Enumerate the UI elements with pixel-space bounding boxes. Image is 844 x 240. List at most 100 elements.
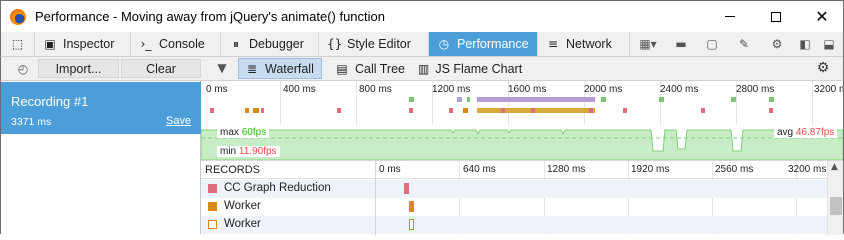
record-row[interactable]: Worker	[201, 216, 827, 234]
ruler-label: 800 ms	[359, 84, 392, 95]
recording-duration: 3371 ms	[11, 116, 52, 128]
marker-block	[601, 97, 606, 102]
ruler-gridline	[356, 81, 357, 125]
console-icon: ›_	[140, 37, 152, 51]
waterfall-ruler-label: 3200 ms	[788, 164, 827, 175]
marker-block	[501, 108, 505, 113]
tab-debugger[interactable]: ⏸ Debugger	[221, 32, 319, 56]
tab-console[interactable]: ›_ Console	[131, 32, 221, 56]
network-icon: ≡	[547, 37, 559, 51]
minimize-button[interactable]	[707, 1, 753, 32]
waterfall-divider[interactable]	[375, 161, 376, 235]
tab-inspector[interactable]: ▣ Inspector	[35, 32, 131, 56]
record-row[interactable]: Worker	[201, 198, 827, 216]
marker-block	[245, 108, 249, 113]
marker-block	[457, 97, 462, 102]
dock-side-icon: ◧	[799, 37, 811, 51]
waterfall-ruler-label: 0 ms	[379, 164, 401, 175]
frame-select-icon: ▦▾	[639, 37, 657, 51]
recordings-sidebar: Recording #1 3371 ms Save	[0, 81, 201, 234]
performance-toolbar: ◴ Import... Clear ▼ ≣ Waterfall ▤ Call T…	[0, 57, 844, 81]
split-console-button[interactable]: ▬	[672, 35, 690, 53]
frame-select-button[interactable]: ▦▾	[634, 35, 662, 53]
performance-icon: ◷	[438, 37, 450, 51]
responsive-design-button[interactable]: ▢	[703, 35, 721, 53]
waterfall-records: RECORDS 0 ms 640 ms 1280 ms 1920 ms 2560…	[201, 160, 843, 235]
filter-button[interactable]: ▼	[213, 59, 231, 77]
waterfall-ruler-label: 1920 ms	[631, 164, 670, 175]
marker-block	[589, 108, 593, 113]
options-button[interactable]: ⚙	[814, 59, 832, 77]
record-bar	[409, 219, 414, 230]
marker-block	[210, 108, 214, 113]
fps-avg-readout: avg 46.87fps	[774, 127, 838, 138]
settings-button[interactable]: ⚙	[768, 35, 786, 53]
import-button[interactable]: Import...	[38, 59, 119, 78]
fps-max-value: 60	[241, 127, 253, 138]
vertical-scrollbar[interactable]: ▲	[827, 161, 843, 235]
tab-element-picker[interactable]: ⬚	[1, 32, 35, 56]
window-titlebar: Performance - Moving away from jQuery's …	[0, 0, 844, 32]
recording-item[interactable]: Recording #1 3371 ms Save	[1, 82, 201, 134]
save-recording-link[interactable]: Save	[166, 115, 191, 127]
record-color-swatch	[208, 220, 217, 229]
inspector-icon: ▣	[44, 37, 56, 51]
record-row[interactable]: CC Graph Reduction	[201, 180, 827, 198]
dock-bottom-icon: ⬓	[823, 37, 835, 51]
tab-label: Debugger	[249, 37, 304, 51]
scroll-up-arrow-icon[interactable]: ▲	[831, 162, 838, 172]
ruler-label: 1200 ms	[432, 84, 471, 95]
view-call-tree[interactable]: ▤ Call Tree	[329, 58, 411, 79]
waterfall-ruler-label: 2560 ms	[715, 164, 754, 175]
fps-min-readout: min 11.90fps	[217, 146, 280, 157]
tab-performance[interactable]: ◷ Performance	[429, 32, 538, 56]
view-js-flame-chart[interactable]: ▥ JS Flame Chart	[412, 58, 522, 79]
view-label: Call Tree	[354, 61, 405, 76]
close-window-button[interactable]: ✕	[799, 1, 844, 32]
view-label: Waterfall	[265, 61, 314, 76]
records-header-label: RECORDS	[205, 164, 261, 176]
tab-label: Network	[566, 37, 612, 51]
window-title: Performance - Moving away from jQuery's …	[35, 9, 385, 24]
style-editor-icon: {}	[327, 37, 343, 51]
view-waterfall[interactable]: ≣ Waterfall	[238, 58, 322, 79]
fps-avg-value: 46.87	[795, 127, 821, 138]
fps-max-label: max	[220, 127, 239, 138]
marker-block	[623, 108, 627, 113]
marker-block	[769, 108, 773, 113]
tab-label: Inspector	[63, 37, 115, 51]
fps-unit: fps	[252, 127, 267, 138]
marker-block	[659, 97, 664, 102]
fps-max-readout: max 60fps	[217, 127, 270, 138]
marker-block	[731, 97, 736, 102]
minimize-icon	[725, 16, 735, 17]
ruler-label: 2400 ms	[660, 84, 699, 95]
tab-network[interactable]: ≡ Network	[538, 32, 630, 56]
stopwatch-icon: ◴	[17, 62, 29, 76]
marker-block	[477, 108, 595, 113]
close-icon: ✕	[815, 7, 829, 26]
scrollbar-thumb[interactable]	[830, 197, 842, 215]
marker-block	[463, 108, 468, 113]
fps-graph[interactable]: max 60fps min 11.90fps avg 46.87fps	[201, 125, 843, 160]
fps-unit: fps	[820, 127, 835, 138]
marker-block	[769, 97, 774, 102]
tab-label: Console	[159, 37, 205, 51]
debugger-icon: ⏸	[232, 36, 239, 51]
ruler-label: 2800 ms	[736, 84, 775, 95]
marker-block	[409, 108, 413, 113]
clear-button[interactable]: Clear	[121, 59, 201, 78]
tab-style-editor[interactable]: {} Style Editor	[319, 32, 429, 56]
waterfall-ruler-label: 640 ms	[463, 164, 496, 175]
dock-bottom-button[interactable]: ⬓	[820, 35, 838, 53]
eyedropper-button[interactable]: ✎	[735, 35, 753, 53]
dock-side-button[interactable]: ◧	[796, 35, 814, 53]
record-bar	[404, 183, 409, 194]
marker-block	[337, 108, 341, 113]
record-button[interactable]: ◴	[14, 60, 32, 78]
maximize-button[interactable]	[753, 1, 799, 32]
marker-block	[261, 108, 264, 113]
firefox-logo-icon	[10, 9, 26, 25]
ruler-label: 400 ms	[283, 84, 316, 95]
recording-name: Recording #1	[11, 94, 89, 109]
